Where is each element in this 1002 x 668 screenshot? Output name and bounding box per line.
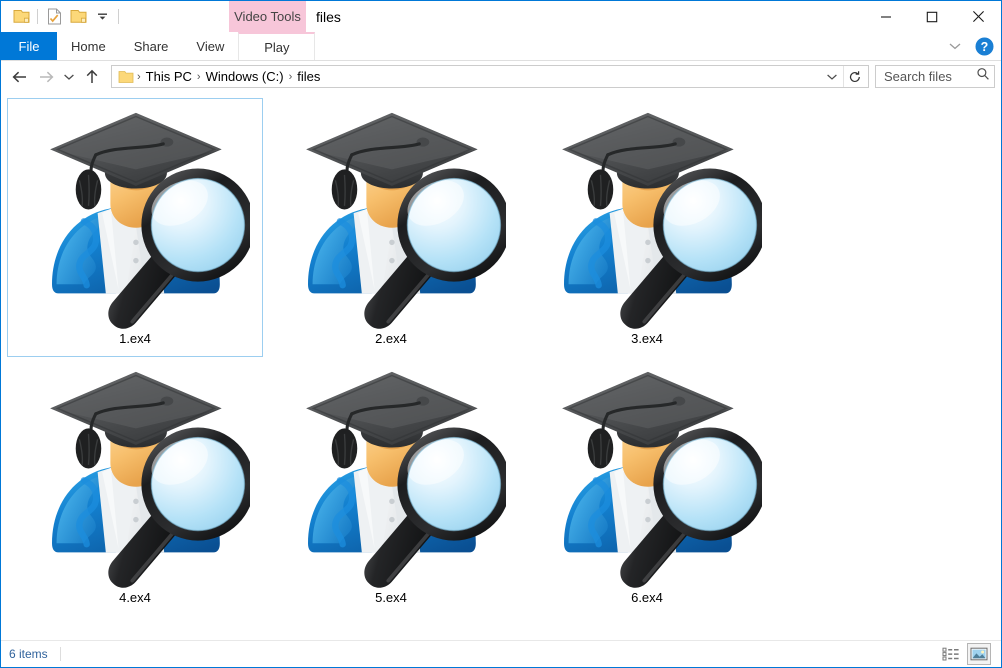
search-input[interactable]: Search files <box>875 65 995 88</box>
svg-text:?: ? <box>980 40 988 54</box>
explorer-window: Video Tools files File Home Share View P… <box>0 0 1002 668</box>
tab-play[interactable]: Play <box>238 32 316 60</box>
breadcrumb-item-windows-c[interactable]: Windows (C:) <box>202 69 288 84</box>
file-label: 4.ex4 <box>119 590 151 605</box>
mql-graduate-icon <box>20 101 250 329</box>
properties-icon[interactable] <box>42 6 66 28</box>
help-icon[interactable]: ? <box>971 33 997 59</box>
file-label: 2.ex4 <box>375 331 407 346</box>
quick-access-toolbar <box>1 1 123 32</box>
minimize-button[interactable] <box>863 1 909 32</box>
tab-file[interactable]: File <box>1 32 57 60</box>
details-view-button[interactable] <box>939 643 963 665</box>
file-item-4[interactable]: 4.ex4 <box>7 357 263 616</box>
tab-share[interactable]: Share <box>120 32 183 60</box>
new-folder-icon[interactable] <box>66 6 90 28</box>
chevron-down-icon[interactable] <box>943 34 967 58</box>
large-icons-view-button[interactable] <box>967 643 991 665</box>
search-icon[interactable] <box>976 67 990 86</box>
forward-button[interactable] <box>33 64 59 90</box>
tab-home[interactable]: Home <box>57 32 120 60</box>
file-grid: 1.ex4 2.ex4 3.ex4 4.ex4 5.ex4 6.ex4 <box>7 98 1001 616</box>
contextual-tools-header: Video Tools <box>229 1 306 32</box>
file-label: 3.ex4 <box>631 331 663 346</box>
breadcrumb-folder-icon[interactable] <box>118 70 134 84</box>
mql-graduate-icon <box>532 360 762 588</box>
recent-locations-icon[interactable] <box>59 64 79 90</box>
tab-view[interactable]: View <box>182 32 238 60</box>
file-item-2[interactable]: 2.ex4 <box>263 98 519 357</box>
window-controls <box>863 1 1001 32</box>
back-button[interactable] <box>7 64 33 90</box>
breadcrumb-item-files[interactable]: files <box>293 69 324 84</box>
qat-separator-1 <box>37 9 38 24</box>
qat-separator-2 <box>118 9 119 24</box>
view-mode-buttons <box>939 641 991 667</box>
close-button[interactable] <box>955 1 1001 32</box>
file-item-6[interactable]: 6.ex4 <box>519 357 775 616</box>
mql-graduate-icon <box>532 101 762 329</box>
customize-chevron-icon[interactable] <box>90 6 114 28</box>
window-title: files <box>316 8 341 25</box>
mql-graduate-icon <box>276 101 506 329</box>
breadcrumb[interactable]: › This PC › Windows (C:) › files <box>111 65 869 88</box>
file-item-5[interactable]: 5.ex4 <box>263 357 519 616</box>
mql-graduate-icon <box>276 360 506 588</box>
folder-icon[interactable] <box>9 6 33 28</box>
file-label: 1.ex4 <box>119 331 151 346</box>
address-bar: › This PC › Windows (C:) › files Search … <box>1 61 1001 92</box>
title-bar: Video Tools files <box>1 1 1001 32</box>
breadcrumb-item-this-pc[interactable]: This PC <box>142 69 196 84</box>
mql-graduate-icon <box>20 360 250 588</box>
file-list-pane[interactable]: 1.ex4 2.ex4 3.ex4 4.ex4 5.ex4 6.ex4 <box>1 92 1001 640</box>
file-label: 5.ex4 <box>375 590 407 605</box>
ribbon-tab-bar: File Home Share View Play ? <box>1 32 1001 61</box>
up-button[interactable] <box>79 64 105 90</box>
ribbon-right-controls: ? <box>943 32 997 60</box>
status-separator <box>59 647 61 661</box>
breadcrumb-dropdown-icon[interactable] <box>821 66 843 87</box>
status-bar: 6 items <box>1 640 1001 667</box>
file-label: 6.ex4 <box>631 590 663 605</box>
file-item-1[interactable]: 1.ex4 <box>7 98 263 357</box>
item-count-label: 6 items <box>9 647 48 661</box>
file-item-3[interactable]: 3.ex4 <box>519 98 775 357</box>
refresh-icon[interactable] <box>843 66 866 87</box>
search-input-text: Search files <box>884 69 952 84</box>
maximize-button[interactable] <box>909 1 955 32</box>
